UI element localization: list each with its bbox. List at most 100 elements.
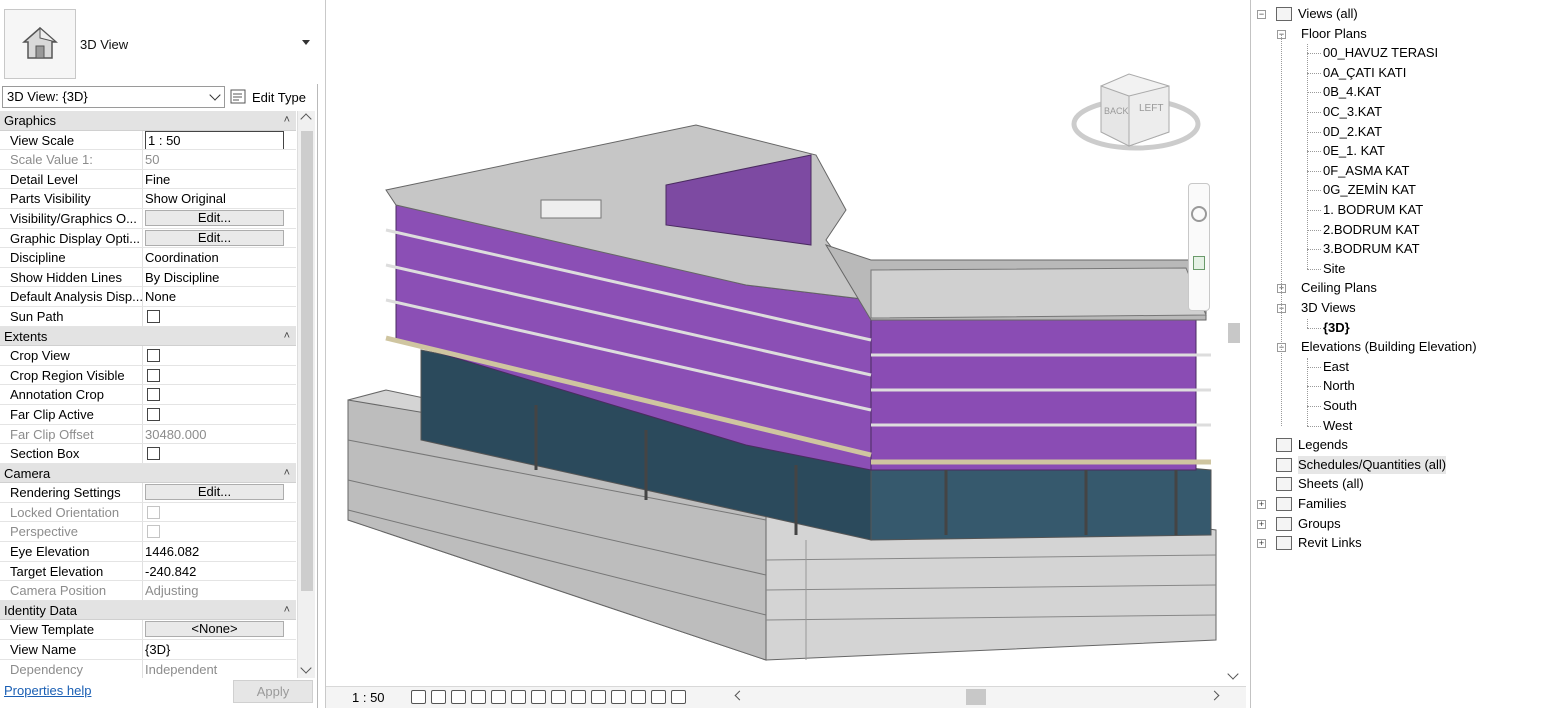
view-horizontal-scroll-thumb[interactable] xyxy=(966,689,986,705)
tree-item-elevation[interactable]: East xyxy=(1323,358,1349,376)
temporary-view-properties-icon[interactable] xyxy=(611,690,626,704)
section-header[interactable]: Camera ˄ xyxy=(0,463,296,484)
property-row[interactable]: Target Elevation -240.842 xyxy=(0,561,296,582)
rendering-dialog-icon[interactable] xyxy=(491,690,506,704)
scroll-up-icon[interactable] xyxy=(300,113,312,125)
property-checkbox[interactable] xyxy=(147,309,160,323)
highlight-displacement-icon[interactable] xyxy=(651,690,666,704)
visual-style-icon[interactable] xyxy=(431,690,446,704)
property-value[interactable]: By Discipline xyxy=(143,268,296,287)
detail-level-icon[interactable] xyxy=(411,690,426,704)
scroll-down-icon[interactable] xyxy=(1227,668,1239,680)
tree-item-families[interactable]: Families xyxy=(1298,495,1346,513)
property-row[interactable]: Default Analysis Disp... None xyxy=(0,287,296,307)
tree-item-floor-plan[interactable]: 0D_2.KAT xyxy=(1323,123,1382,141)
type-dropdown-arrow-icon[interactable] xyxy=(302,40,310,45)
property-row[interactable]: Rendering Settings Edit... xyxy=(0,483,296,503)
property-checkbox[interactable] xyxy=(147,447,160,461)
tree-item-elevation[interactable]: West xyxy=(1323,417,1352,435)
tree-item-ceiling-plans[interactable]: Ceiling Plans xyxy=(1301,279,1377,297)
navigation-bar[interactable] xyxy=(1188,183,1210,311)
property-checkbox[interactable] xyxy=(147,407,160,421)
property-checkbox-cell[interactable] xyxy=(143,444,296,463)
tree-item-floor-plans[interactable]: Floor Plans xyxy=(1301,25,1367,43)
tree-item-floor-plan[interactable]: 0B_4.KAT xyxy=(1323,83,1381,101)
tree-item-floor-plan[interactable]: 0E_1. KAT xyxy=(1323,142,1385,160)
sun-path-icon[interactable] xyxy=(451,690,466,704)
analytical-model-icon[interactable] xyxy=(631,690,646,704)
property-checkbox-cell[interactable] xyxy=(143,307,296,326)
tree-item-3d-views[interactable]: 3D Views xyxy=(1301,299,1356,317)
reveal-constraints-icon[interactable] xyxy=(671,690,686,704)
view-scroll-thumb[interactable] xyxy=(1228,323,1240,343)
property-button-cell[interactable]: Edit... xyxy=(143,229,296,248)
tree-item-schedules[interactable]: Schedules/Quantities (all) xyxy=(1298,455,1447,474)
full-navigation-wheel-icon[interactable] xyxy=(1191,206,1207,222)
tree-item-floor-plan[interactable]: 00_HAVUZ TERASI xyxy=(1323,44,1438,62)
scroll-right-icon[interactable] xyxy=(1209,690,1220,701)
type-selector[interactable]: 3D View xyxy=(0,0,318,84)
section-header[interactable]: Extents ˄ xyxy=(0,326,296,347)
property-row[interactable]: Far Clip Active xyxy=(0,404,296,425)
expand-families-toggle[interactable]: + xyxy=(1257,500,1266,509)
tree-item-floor-plan[interactable]: 0F_ASMA KAT xyxy=(1323,162,1409,180)
collapse-icon[interactable]: ˄ xyxy=(284,464,290,483)
property-row[interactable]: Scale Value 1: 50 xyxy=(0,150,296,170)
property-row[interactable]: View Template <None> xyxy=(0,620,296,641)
tree-item-floor-plan[interactable]: 1. BODRUM KAT xyxy=(1323,201,1423,219)
scroll-thumb[interactable] xyxy=(301,131,313,591)
expand-revit-links-toggle[interactable]: + xyxy=(1257,539,1266,549)
tree-item-floor-plan[interactable]: Site xyxy=(1323,260,1345,278)
property-row[interactable]: Section Box xyxy=(0,444,296,464)
property-value[interactable]: None xyxy=(143,287,296,306)
reveal-hidden-icon[interactable] xyxy=(591,690,606,704)
tree-item-elevation[interactable]: North xyxy=(1323,377,1355,395)
property-checkbox-cell[interactable] xyxy=(143,405,296,424)
view-scale-label[interactable]: 1 : 50 xyxy=(352,690,385,705)
crop-view-icon[interactable] xyxy=(511,690,526,704)
property-row[interactable]: Crop View xyxy=(0,346,296,366)
property-row[interactable]: View Scale 1 : 50 xyxy=(0,130,296,151)
property-row[interactable]: Show Hidden Lines By Discipline xyxy=(0,267,296,288)
property-checkbox[interactable] xyxy=(147,349,160,363)
property-value[interactable]: Coordination xyxy=(143,248,296,267)
tree-item-legends[interactable]: Legends xyxy=(1298,436,1348,454)
property-button-cell[interactable]: Edit... xyxy=(143,483,296,502)
tree-item-floor-plan[interactable]: 0A_ÇATI KATI xyxy=(1323,64,1406,82)
tree-item-elevations[interactable]: Elevations (Building Elevation) xyxy=(1301,338,1477,356)
edit-type-button[interactable]: Edit Type xyxy=(230,86,306,108)
property-checkbox-cell[interactable] xyxy=(143,366,296,385)
property-row[interactable]: View Name {3D} xyxy=(0,640,296,660)
property-value[interactable]: Fine xyxy=(143,170,296,189)
property-row[interactable]: Eye Elevation 1446.082 xyxy=(0,542,296,562)
property-row[interactable]: Graphic Display Opti... Edit... xyxy=(0,228,296,249)
property-row[interactable]: Crop Region Visible xyxy=(0,365,296,386)
property-value[interactable]: 1446.082 xyxy=(143,542,296,561)
property-edit-button[interactable]: Edit... xyxy=(145,209,284,226)
collapse-icon[interactable]: ˄ xyxy=(284,601,290,620)
tree-item-groups[interactable]: Groups xyxy=(1298,515,1341,533)
shadows-icon[interactable] xyxy=(471,690,486,704)
property-value[interactable]: Show Original xyxy=(143,189,296,208)
show-crop-region-icon[interactable] xyxy=(531,690,546,704)
tree-item-floor-plan[interactable]: 3.BODRUM KAT xyxy=(1323,240,1420,258)
tree-item-sheets[interactable]: Sheets (all) xyxy=(1298,475,1364,493)
view-instance-dropdown[interactable]: 3D View: {3D} xyxy=(2,86,225,108)
property-row[interactable]: Parts Visibility Show Original xyxy=(0,189,296,209)
properties-scrollbar[interactable] xyxy=(297,111,315,678)
property-value[interactable]: {3D} xyxy=(143,640,296,659)
tree-item-3d-view[interactable]: {3D} xyxy=(1323,319,1350,337)
scroll-left-icon[interactable] xyxy=(734,690,745,701)
tree-item-revit-links[interactable]: Revit Links xyxy=(1298,534,1362,552)
property-value[interactable]: -240.842 xyxy=(143,562,296,581)
properties-help-link[interactable]: Properties help xyxy=(4,683,91,698)
property-input[interactable]: 1 : 50 xyxy=(145,130,284,150)
3d-view-canvas[interactable]: BACK LEFT 1 : 50 xyxy=(325,0,1246,708)
property-checkbox-cell[interactable] xyxy=(143,385,296,404)
property-row[interactable]: Camera Position Adjusting xyxy=(0,581,296,601)
property-row[interactable]: Far Clip Offset 30480.000 xyxy=(0,424,296,445)
lock-3d-view-icon[interactable] xyxy=(551,690,566,704)
property-checkbox-cell[interactable] xyxy=(143,346,296,365)
view-vertical-scrollbar[interactable] xyxy=(1225,0,1243,686)
section-header[interactable]: Identity Data ˄ xyxy=(0,600,296,621)
